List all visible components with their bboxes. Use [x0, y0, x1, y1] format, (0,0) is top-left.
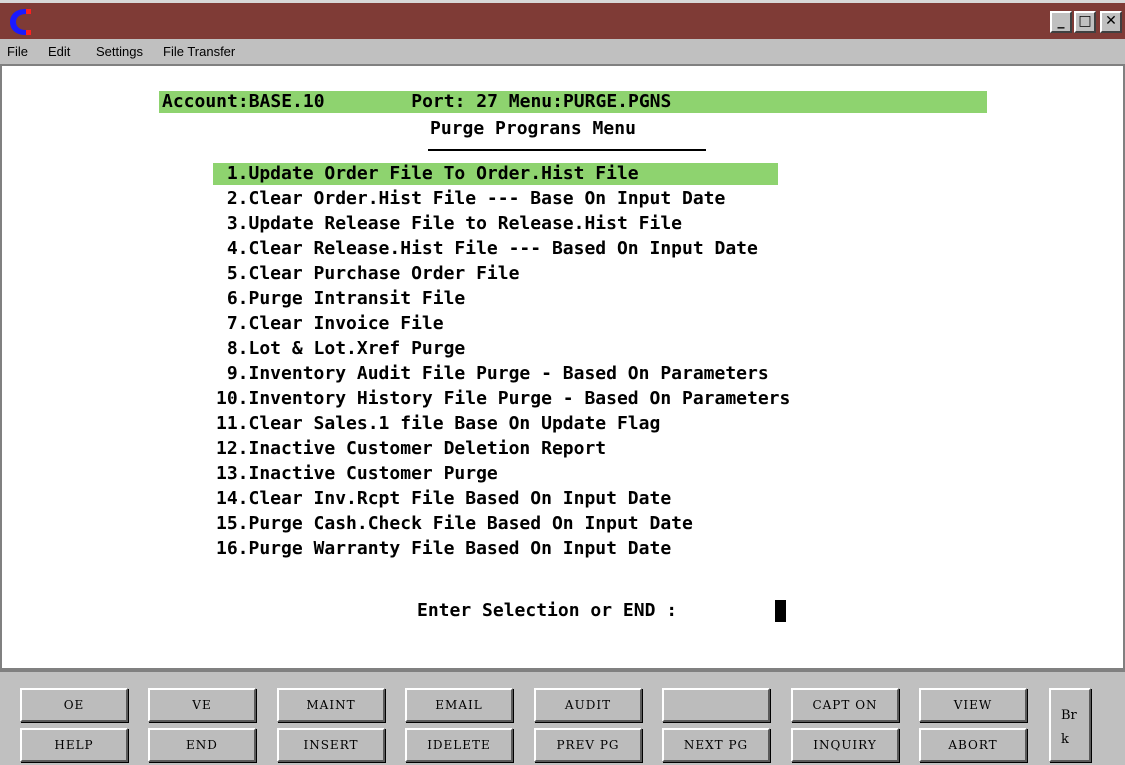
- menu-edit[interactable]: Edit: [48, 44, 70, 59]
- selection-prompt: Enter Selection or END :: [417, 600, 678, 621]
- menu-option-8[interactable]: 8.Lot & Lot.Xref Purge: [216, 338, 465, 360]
- fkey-help[interactable]: HELP: [20, 728, 128, 762]
- menu-option-10[interactable]: 10.Inventory History File Purge - Based …: [216, 388, 790, 410]
- menu-option-4[interactable]: 4.Clear Release.Hist File --- Based On I…: [216, 238, 758, 260]
- fkey-blank[interactable]: [662, 688, 770, 722]
- menu-file-transfer[interactable]: File Transfer: [163, 44, 235, 59]
- menu-bar: File Edit Settings File Transfer: [0, 39, 1125, 64]
- menu-option-13[interactable]: 13.Inactive Customer Purge: [216, 463, 498, 485]
- fkey-audit[interactable]: AUDIT: [534, 688, 642, 722]
- fkey-ve[interactable]: VE: [148, 688, 256, 722]
- fkey-inquiry[interactable]: INQUIRY: [791, 728, 899, 762]
- menu-option-1[interactable]: 1.Update Order File To Order.Hist File: [216, 163, 639, 185]
- close-button[interactable]: ✕: [1100, 11, 1122, 33]
- fkey-prev-pg[interactable]: PREV PG: [534, 728, 642, 762]
- break-label-line1: Br: [1061, 708, 1077, 723]
- menu-title: Purge Prograns Menu: [430, 118, 636, 139]
- menu-option-16[interactable]: 16.Purge Warranty File Based On Input Da…: [216, 538, 671, 560]
- fkey-insert[interactable]: INSERT: [277, 728, 385, 762]
- maximize-button[interactable]: □: [1074, 11, 1096, 33]
- fkey-idelete[interactable]: IDELETE: [405, 728, 513, 762]
- fkey-maint[interactable]: MAINT: [277, 688, 385, 722]
- menu-option-9[interactable]: 9.Inventory Audit File Purge - Based On …: [216, 363, 769, 385]
- title-underline: [428, 149, 706, 151]
- function-key-bar: OE VE MAINT EMAIL AUDIT CAPT ON VIEW HEL…: [0, 670, 1125, 765]
- menu-option-12[interactable]: 12.Inactive Customer Deletion Report: [216, 438, 606, 460]
- fkey-next-pg[interactable]: NEXT PG: [662, 728, 770, 762]
- menu-option-11[interactable]: 11.Clear Sales.1 file Base On Update Fla…: [216, 413, 660, 435]
- menu-option-15[interactable]: 15.Purge Cash.Check File Based On Input …: [216, 513, 693, 535]
- menu-option-3[interactable]: 3.Update Release File to Release.Hist Fi…: [216, 213, 682, 235]
- fkey-abort[interactable]: ABORT: [919, 728, 1027, 762]
- fkey-email[interactable]: EMAIL: [405, 688, 513, 722]
- menu-option-2[interactable]: 2.Clear Order.Hist File --- Base On Inpu…: [216, 188, 726, 210]
- status-line: Account:BASE.10 Port: 27 Menu:PURGE.PGNS: [162, 91, 672, 112]
- minimize-button[interactable]: _: [1050, 11, 1072, 33]
- menu-option-14[interactable]: 14.Clear Inv.Rcpt File Based On Input Da…: [216, 488, 671, 510]
- fkey-view[interactable]: VIEW: [919, 688, 1027, 722]
- text-cursor[interactable]: [775, 600, 786, 622]
- menu-file[interactable]: File: [7, 44, 28, 59]
- fkey-capt-on[interactable]: CAPT ON: [791, 688, 899, 722]
- menu-option-5[interactable]: 5.Clear Purchase Order File: [216, 263, 520, 285]
- break-label-line2: k: [1061, 732, 1069, 747]
- fkey-end[interactable]: END: [148, 728, 256, 762]
- fkey-oe[interactable]: OE: [20, 688, 128, 722]
- menu-option-6[interactable]: 6.Purge Intransit File: [216, 288, 465, 310]
- menu-option-7[interactable]: 7.Clear Invoice File: [216, 313, 444, 335]
- terminal-screen[interactable]: Account:BASE.10 Port: 27 Menu:PURGE.PGNS…: [0, 64, 1125, 670]
- menu-settings[interactable]: Settings: [96, 44, 143, 59]
- title-bar: _ □ ✕: [0, 0, 1125, 39]
- app-logo-icon: [10, 9, 31, 35]
- break-button[interactable]: Br k: [1049, 688, 1091, 762]
